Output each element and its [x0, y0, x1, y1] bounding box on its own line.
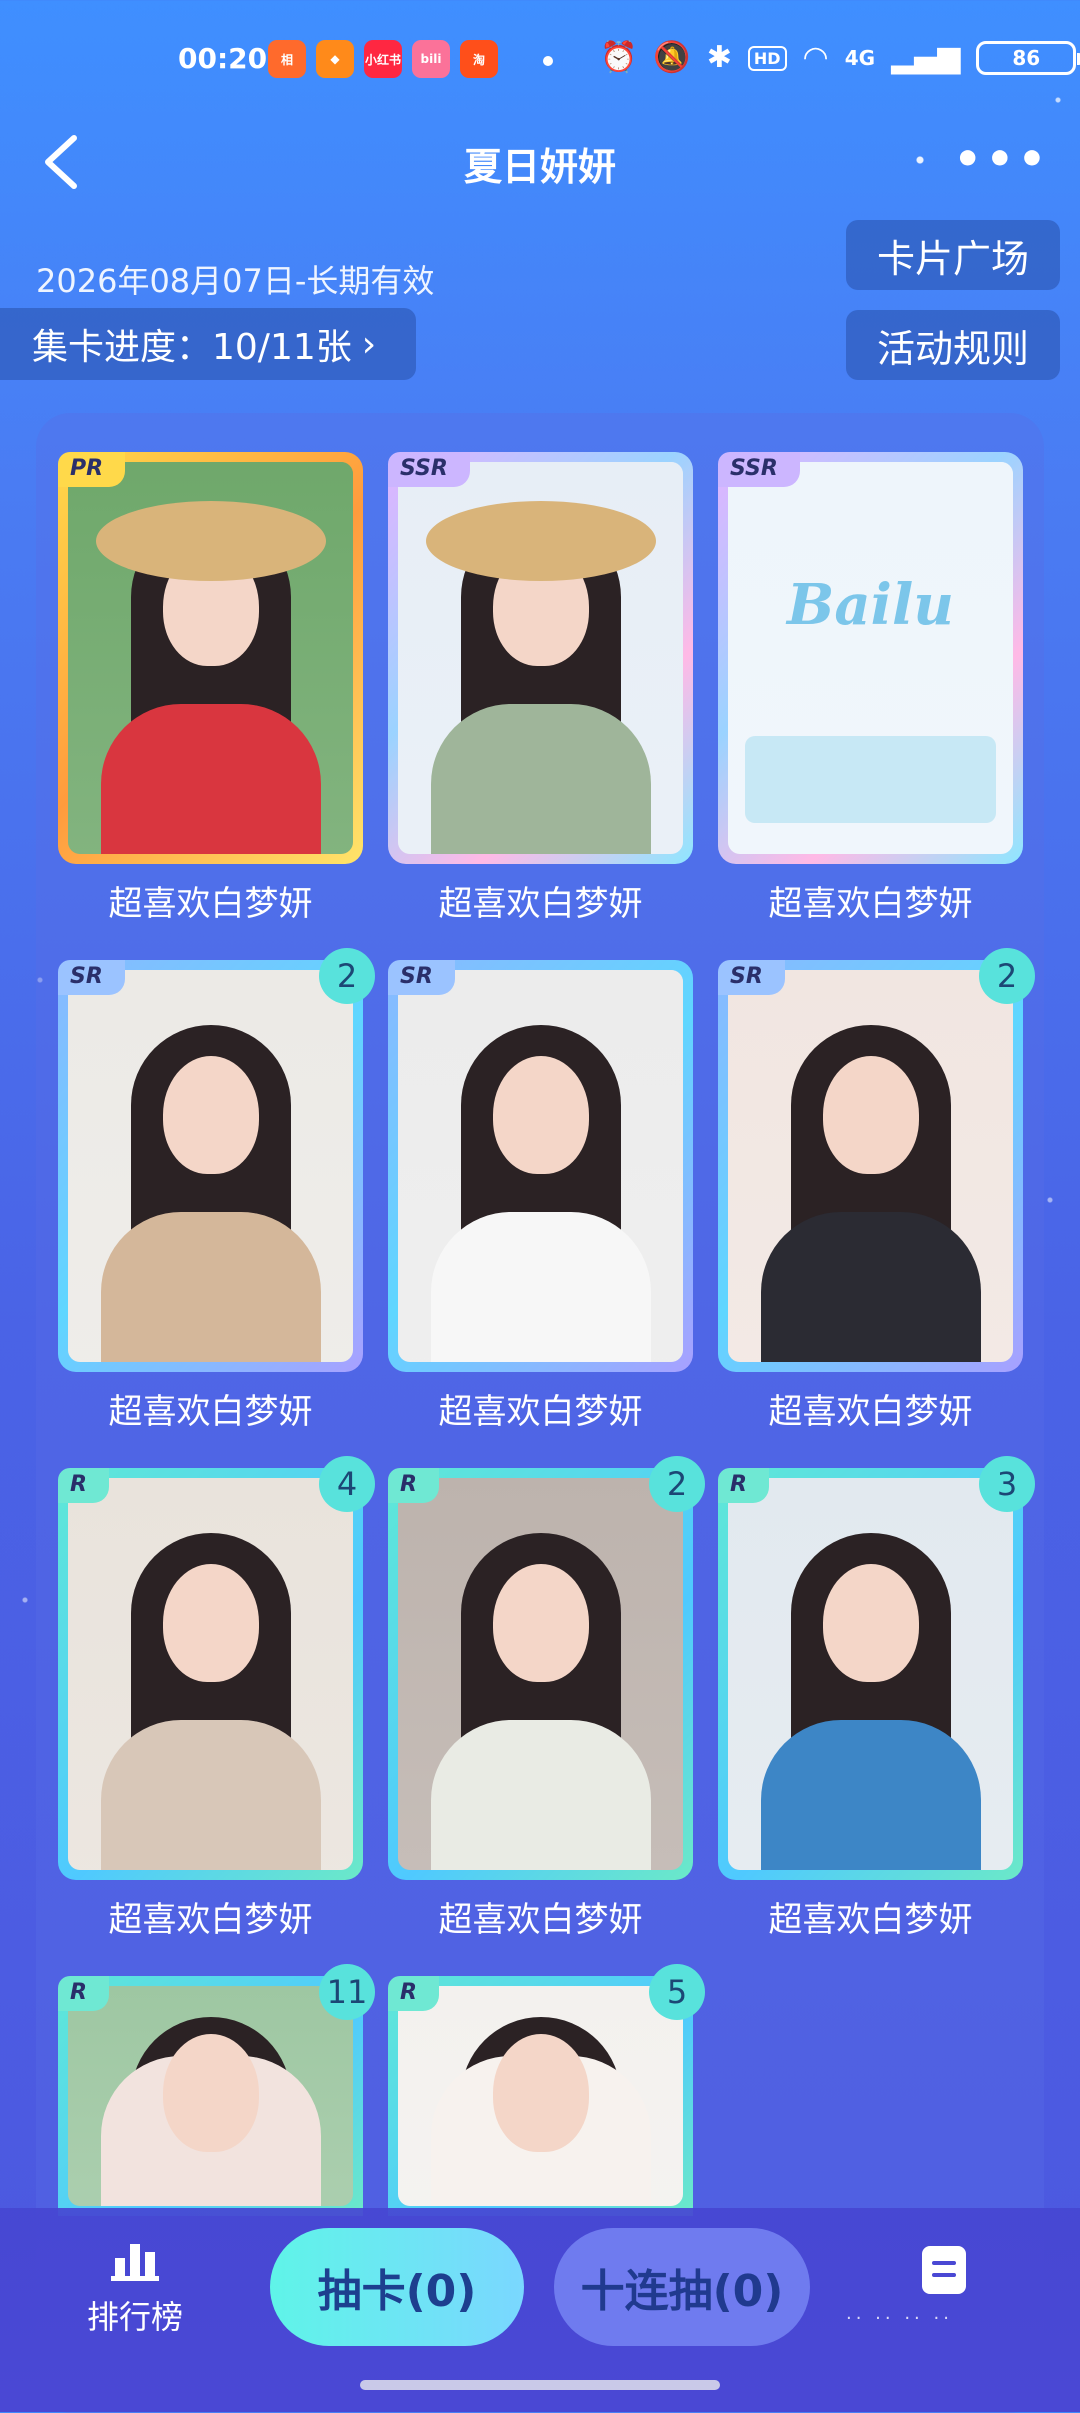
card-image — [728, 970, 1013, 1362]
collection-card[interactable]: PR — [58, 452, 363, 864]
collection-card[interactable]: R2 — [388, 1456, 705, 1880]
card-name: 超喜欢白梦妍 — [108, 1900, 313, 1940]
scrolling-ticker: ·· ·· ·· ·· — [846, 2308, 953, 2329]
card-image — [68, 970, 353, 1362]
status-app-icon: bili — [412, 40, 450, 78]
card-image — [398, 1478, 683, 1870]
card-name: 超喜欢白梦妍 — [438, 884, 643, 924]
rarity-badge: SSR — [718, 452, 800, 487]
card-image — [68, 1478, 353, 1870]
network-label: 4G — [844, 46, 876, 70]
rarity-badge: R — [58, 1468, 109, 1503]
battery-icon: 86 — [976, 41, 1080, 75]
more-options-button[interactable]: ••• — [954, 138, 1050, 182]
leaderboard-button[interactable]: 排行榜 — [80, 2238, 190, 2338]
record-doc-button[interactable] — [922, 2246, 966, 2294]
card-count-badge: 2 — [979, 948, 1035, 1004]
card-count-badge: 11 — [319, 1964, 375, 2020]
card-plaza-button[interactable]: 卡片广场 — [846, 220, 1060, 290]
progress-label: 集卡进度：10/11张 — [32, 327, 352, 368]
card-image — [68, 1986, 353, 2206]
mute-icon: 🔕 — [653, 40, 691, 75]
ten-draw-button[interactable]: 十连抽(0) — [554, 2228, 810, 2346]
card-image — [398, 970, 683, 1362]
card-count-badge: 2 — [319, 948, 375, 1004]
rarity-badge: SR — [388, 960, 455, 995]
card-count-badge: 4 — [319, 1456, 375, 1512]
collection-card[interactable]: SR 2 — [718, 948, 1035, 1372]
status-bar: 00:20 相 ◆ 小红书 bili 淘 ⏰ 🔕 ✱ HD ◠ 4G ▂▄▆ 86 — [0, 34, 1080, 88]
card-count-badge: 3 — [979, 1456, 1035, 1512]
leaderboard-icon — [111, 2244, 159, 2281]
poster-logo: Bailu — [787, 571, 954, 638]
card-image — [398, 1986, 683, 2206]
card-image — [398, 462, 683, 854]
rarity-badge: R — [58, 1976, 109, 2011]
card-name: 超喜欢白梦妍 — [768, 1900, 973, 1940]
status-time: 00:20 — [178, 42, 268, 75]
rarity-badge: R — [388, 1976, 439, 2011]
status-indicators: ⏰ 🔕 ✱ HD ◠ 4G ▂▄▆ 86 — [600, 38, 1080, 78]
alarm-icon: ⏰ — [600, 40, 638, 75]
bottom-action-bar: 排行榜 抽卡(0) 十连抽(0) ·· ·· ·· ·· — [0, 2208, 1080, 2412]
card-count-badge: 2 — [649, 1456, 705, 1512]
card-name: 超喜欢白梦妍 — [438, 1392, 643, 1432]
bluetooth-icon: ✱ — [706, 40, 732, 75]
card-count-badge: 5 — [649, 1964, 705, 2020]
activity-rules-button[interactable]: 活动规则 — [846, 310, 1060, 380]
card-image: Bailu — [728, 462, 1013, 854]
card-name: 超喜欢白梦妍 — [768, 1392, 973, 1432]
card-image — [728, 1478, 1013, 1870]
status-app-icon: 相 — [268, 40, 306, 78]
leaderboard-label: 排行榜 — [86, 2298, 183, 2336]
rarity-badge: SR — [718, 960, 785, 995]
home-indicator[interactable] — [360, 2380, 720, 2390]
card-name: 超喜欢白梦妍 — [438, 1900, 643, 1940]
card-name: 超喜欢白梦妍 — [108, 1392, 313, 1432]
more-icon: ••• — [953, 134, 1050, 185]
rarity-badge: R — [388, 1468, 439, 1503]
rarity-badge: PR — [58, 452, 126, 487]
status-app-icon: 小红书 — [364, 40, 402, 78]
hd-icon: HD — [747, 45, 787, 71]
chevron-right-icon: › — [361, 323, 377, 365]
rarity-badge: SR — [58, 960, 125, 995]
card-image — [68, 462, 353, 854]
collection-card[interactable]: R4 — [58, 1456, 375, 1880]
validity-date: 2026年08月07日-长期有效 — [36, 262, 435, 300]
collection-card[interactable]: Bailu SSR — [718, 452, 1023, 864]
collection-card[interactable]: SR 2 — [58, 948, 375, 1372]
draw-card-button[interactable]: 抽卡(0) — [270, 2228, 524, 2346]
status-app-icon: 淘 — [460, 40, 498, 78]
page-title: 夏日妍妍 — [463, 145, 616, 189]
card-name: 超喜欢白梦妍 — [768, 884, 973, 924]
collection-card[interactable]: SSR — [388, 452, 693, 864]
collection-card[interactable]: SR — [388, 960, 693, 1372]
rarity-badge: R — [718, 1468, 769, 1503]
collection-card[interactable]: R 11 — [58, 1964, 375, 2216]
collection-card[interactable]: R5 — [388, 1964, 705, 2216]
collection-card[interactable]: R3 — [718, 1456, 1035, 1880]
status-app-icon: ◆ — [316, 40, 354, 78]
status-app-icons: 相 ◆ 小红书 bili 淘 — [268, 40, 498, 78]
collection-progress-button[interactable]: 集卡进度：10/11张 › — [0, 308, 417, 380]
wifi-icon: ◠ — [802, 40, 829, 75]
signal-icon: ▂▄▆ — [891, 40, 961, 75]
rarity-badge: SSR — [388, 452, 470, 487]
notification-dot — [543, 56, 553, 66]
card-name: 超喜欢白梦妍 — [108, 884, 313, 924]
